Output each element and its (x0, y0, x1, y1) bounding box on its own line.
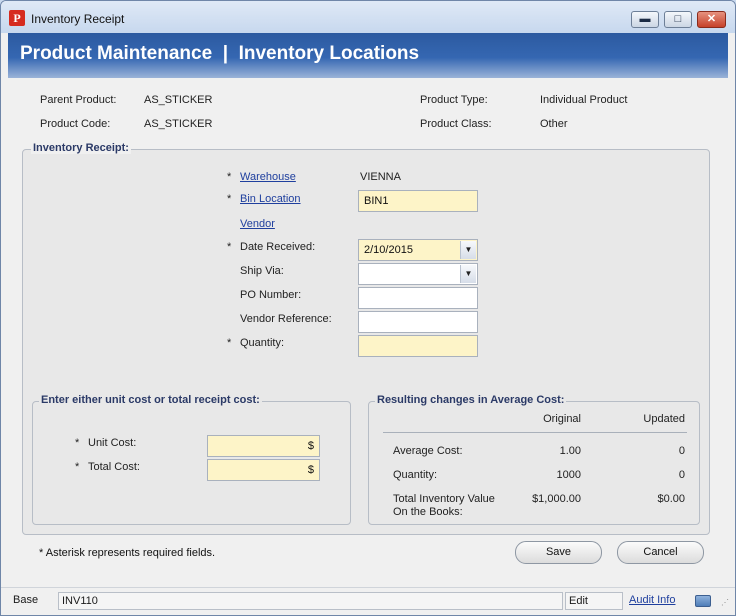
quantity-label: Quantity: (240, 337, 285, 349)
parent-product-value: AS_STICKER (144, 94, 213, 106)
quantity-input[interactable] (358, 335, 478, 357)
inventory-receipt-title: Inventory Receipt: (31, 142, 131, 154)
vendor-reference-label: Vendor Reference: (240, 313, 332, 325)
status-screen-code: INV110 (58, 592, 563, 610)
header-divider (383, 432, 687, 433)
warehouse-required-marker: * (227, 171, 232, 183)
maximize-button[interactable]: □ (664, 11, 692, 28)
quantity-required-marker: * (227, 337, 232, 349)
unit-cost-input[interactable]: $ (207, 435, 320, 457)
po-number-input[interactable] (358, 287, 478, 309)
chevron-down-icon[interactable]: ▼ (460, 241, 476, 259)
original-column-header: Original (543, 413, 581, 425)
bin-location-link[interactable]: Bin Location (240, 193, 301, 205)
printer-icon[interactable] (695, 595, 711, 607)
close-button[interactable]: ✕ (697, 11, 726, 28)
unit-cost-required-marker: * (75, 437, 80, 449)
date-received-value: 2/10/2015 (364, 244, 413, 256)
inventory-receipt-group: Inventory Receipt: * Warehouse VIENNA * … (22, 142, 710, 535)
resize-grip-icon[interactable]: ⋰ (721, 598, 731, 608)
product-type-label: Product Type: (420, 94, 488, 106)
main-content: Parent Product: AS_STICKER Product Code:… (8, 78, 728, 585)
parent-product-label: Parent Product: (40, 94, 117, 106)
total-inventory-value-label: Total Inventory Value On the Books: (393, 493, 495, 518)
bin-location-input[interactable]: BIN1 (358, 190, 478, 212)
minimize-button[interactable]: ▬ (631, 11, 659, 28)
po-number-label: PO Number: (240, 289, 302, 301)
product-code-label: Product Code: (40, 118, 111, 130)
app-logo-icon: P (9, 10, 25, 26)
date-received-dropdown[interactable]: 2/10/2015 ▼ (358, 239, 478, 261)
bin-required-marker: * (227, 193, 232, 205)
title-bar: P Inventory Receipt ▬ □ ✕ (1, 1, 735, 33)
status-mode: Edit (565, 592, 623, 610)
average-cost-updated: 0 (678, 445, 685, 457)
unit-cost-label: Unit Cost: (88, 437, 137, 449)
page-title: Product Maintenance | Inventory Location… (20, 43, 420, 64)
save-button[interactable]: Save (515, 541, 602, 564)
total-cost-label: Total Cost: (88, 461, 140, 473)
average-cost-original: 1.00 (559, 445, 581, 457)
total-inventory-value-updated: $0.00 (657, 493, 685, 505)
cost-group: Enter either unit cost or total receipt … (32, 394, 351, 525)
average-cost-changes-title: Resulting changes in Average Cost: (375, 394, 567, 406)
quantity-original: 1000 (556, 469, 581, 481)
window-title: Inventory Receipt (31, 12, 125, 26)
quantity-change-label: Quantity: (393, 469, 438, 481)
product-type-value: Individual Product (540, 94, 628, 106)
ship-via-dropdown[interactable]: ▼ (358, 263, 478, 285)
product-class-label: Product Class: (420, 118, 492, 130)
status-base: Base (13, 594, 39, 606)
app-window: P Inventory Receipt ▬ □ ✕ Product Mainte… (0, 0, 736, 616)
ship-via-label: Ship Via: (240, 265, 284, 277)
warehouse-link[interactable]: Warehouse (240, 171, 296, 183)
vendor-link[interactable]: Vendor (240, 218, 275, 230)
cost-group-title: Enter either unit cost or total receipt … (39, 394, 262, 406)
chevron-down-icon[interactable]: ▼ (460, 265, 476, 283)
updated-column-header: Updated (643, 413, 685, 425)
page-header: Product Maintenance | Inventory Location… (8, 33, 728, 78)
quantity-updated: 0 (678, 469, 685, 481)
warehouse-value: VIENNA (360, 171, 401, 183)
vendor-reference-input[interactable] (358, 311, 478, 333)
product-code-value: AS_STICKER (144, 118, 213, 130)
cancel-button[interactable]: Cancel (617, 541, 704, 564)
status-bar: Base INV110 Edit Audit Info ⋰ (1, 587, 735, 615)
average-cost-label: Average Cost: (393, 445, 463, 457)
product-class-value: Other (540, 118, 568, 130)
audit-info-link[interactable]: Audit Info (629, 594, 675, 606)
average-cost-changes-group: Resulting changes in Average Cost: Origi… (368, 394, 700, 525)
date-required-marker: * (227, 241, 232, 253)
total-cost-required-marker: * (75, 461, 80, 473)
total-cost-input[interactable]: $ (207, 459, 320, 481)
required-fields-note: * Asterisk represents required fields. (39, 547, 216, 559)
date-received-label: Date Received: (240, 241, 316, 253)
total-inventory-value-original: $1,000.00 (532, 493, 581, 505)
